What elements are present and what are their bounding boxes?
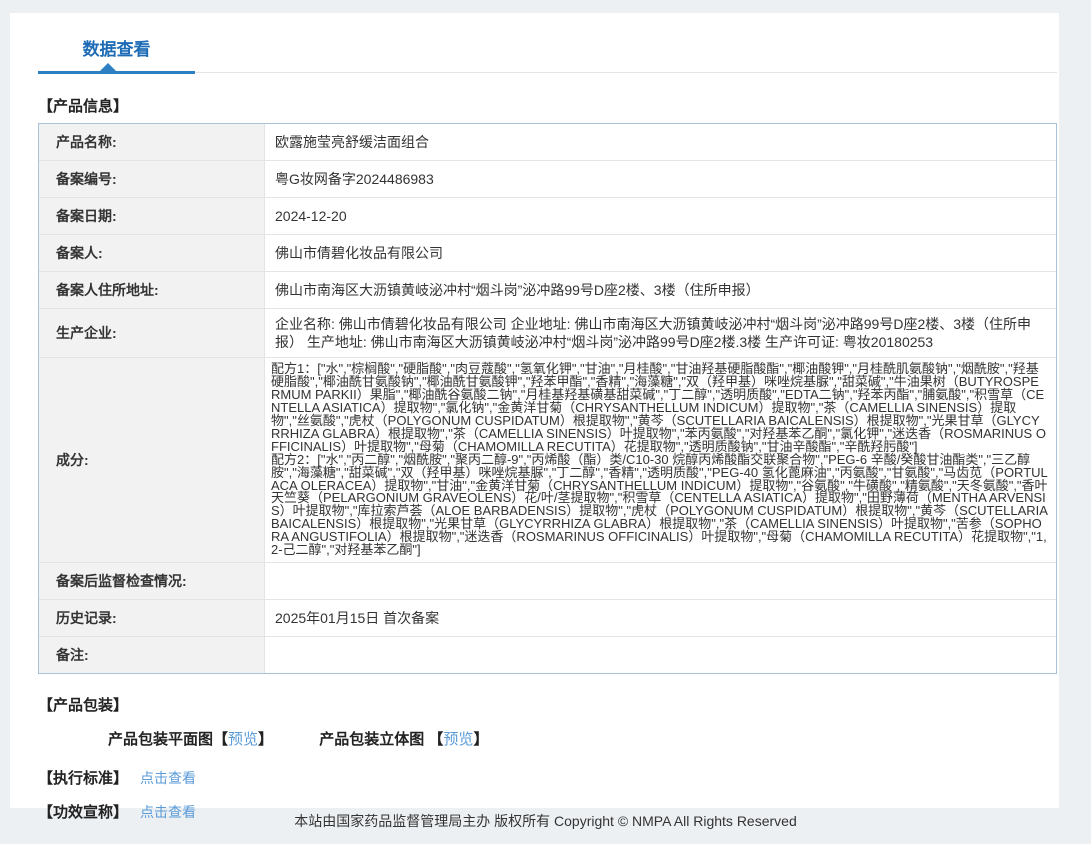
tab-active-indicator	[38, 63, 195, 74]
product-info-section-title: 【产品信息】	[38, 98, 129, 115]
product-name-label: 产品名称:	[39, 124, 265, 160]
record-date-value: 2024-12-20	[275, 207, 347, 224]
table-row-record-date: 备案日期: 2024-12-20	[39, 198, 1056, 235]
bracket-open: 【	[428, 730, 444, 748]
packaging-3d-item: 产品包装立体图 【预览】	[319, 728, 488, 749]
bracket-close: 】	[258, 730, 274, 748]
remarks-label: 备注:	[39, 636, 265, 673]
table-row-history: 历史记录: 2025年01月15日 首次备案	[39, 599, 1056, 637]
manufacturer-value: 企业名称: 佛山市倩碧化妆品有限公司 企业地址: 佛山市南海区大沥镇黄岐泌冲村“…	[275, 316, 1032, 351]
record-number-label: 备案编号:	[39, 161, 265, 197]
ingredients-label: 成分:	[39, 358, 265, 562]
packaging-3d-label: 产品包装立体图	[319, 730, 429, 748]
table-row-post-supervision: 备案后监督检查情况:	[39, 562, 1056, 600]
footer-copyright: 本站由国家药品监督管理局主办 版权所有 Copyright © NMPA All…	[294, 813, 797, 829]
content-card: 数据查看 【产品信息】 产品名称: 欧露施莹亮舒缓洁面组合 备案编号: 粤G妆网…	[10, 13, 1059, 821]
packaging-flat-label: 产品包装平面图	[108, 730, 214, 748]
record-date-label: 备案日期:	[39, 198, 265, 234]
history-value: 2025年01月15日 首次备案	[275, 609, 440, 626]
table-row-registrant: 备案人: 佛山市倩碧化妆品有限公司	[39, 235, 1056, 272]
product-info-table: 产品名称: 欧露施莹亮舒缓洁面组合 备案编号: 粤G妆网备字2024486983…	[38, 123, 1057, 674]
post-supervision-value	[265, 563, 1056, 599]
execution-standard-title: 【执行标准】	[38, 769, 129, 787]
registrant-address-value: 佛山市南海区大沥镇黄岐泌冲村“烟斗岗”泌冲路99号D座2楼、3楼（住所申报）	[275, 281, 760, 298]
table-row-product-name: 产品名称: 欧露施莹亮舒缓洁面组合	[39, 124, 1056, 161]
tabbar: 数据查看	[10, 13, 1059, 72]
tab-active-triangle-icon	[100, 63, 116, 71]
registrant-label: 备案人:	[39, 235, 265, 271]
packaging-row: 产品包装平面图【预览】 产品包装立体图 【预览】	[108, 728, 1059, 749]
tab-data-view[interactable]: 数据查看	[38, 35, 195, 72]
post-supervision-label: 备案后监督检查情况:	[39, 562, 265, 599]
manufacturer-label: 生产企业:	[39, 309, 265, 358]
record-number-value: 粤G妆网备字2024486983	[275, 170, 434, 187]
table-row-manufacturer: 生产企业: 企业名称: 佛山市倩碧化妆品有限公司 企业地址: 佛山市南海区大沥镇…	[39, 309, 1056, 359]
table-row-remarks: 备注:	[39, 636, 1056, 673]
packaging-flat-preview-link[interactable]: 预览	[228, 731, 258, 748]
table-row-registrant-address: 备案人住所地址: 佛山市南海区大沥镇黄岐泌冲村“烟斗岗”泌冲路99号D座2楼、3…	[39, 272, 1056, 309]
table-row-record-number: 备案编号: 粤G妆网备字2024486983	[39, 161, 1056, 198]
remarks-value	[265, 637, 1056, 673]
packaging-3d-preview-link[interactable]: 预览	[443, 731, 473, 748]
ingredients-value: 配方1：["水","棕榈酸","硬脂酸","肉豆蔻酸","氢氧化钾","甘油",…	[271, 361, 1048, 558]
bracket-open: 【	[213, 730, 229, 748]
execution-standard-row: 【执行标准】 点击查看	[38, 767, 1059, 788]
packaging-section-title: 【产品包装】	[38, 696, 129, 714]
registrant-value: 佛山市倩碧化妆品有限公司	[275, 244, 443, 261]
table-row-ingredients: 成分: 配方1：["水","棕榈酸","硬脂酸","肉豆蔻酸","氢氧化钾","…	[39, 358, 1056, 563]
product-name-value: 欧露施莹亮舒缓洁面组合	[275, 133, 429, 150]
execution-standard-view-link[interactable]: 点击查看	[140, 770, 196, 786]
history-label: 历史记录:	[39, 599, 265, 636]
packaging-flat-item: 产品包装平面图【预览】	[108, 728, 273, 749]
bracket-close: 】	[473, 730, 489, 748]
registrant-address-label: 备案人住所地址:	[39, 272, 265, 308]
tab-underline	[38, 63, 1057, 74]
